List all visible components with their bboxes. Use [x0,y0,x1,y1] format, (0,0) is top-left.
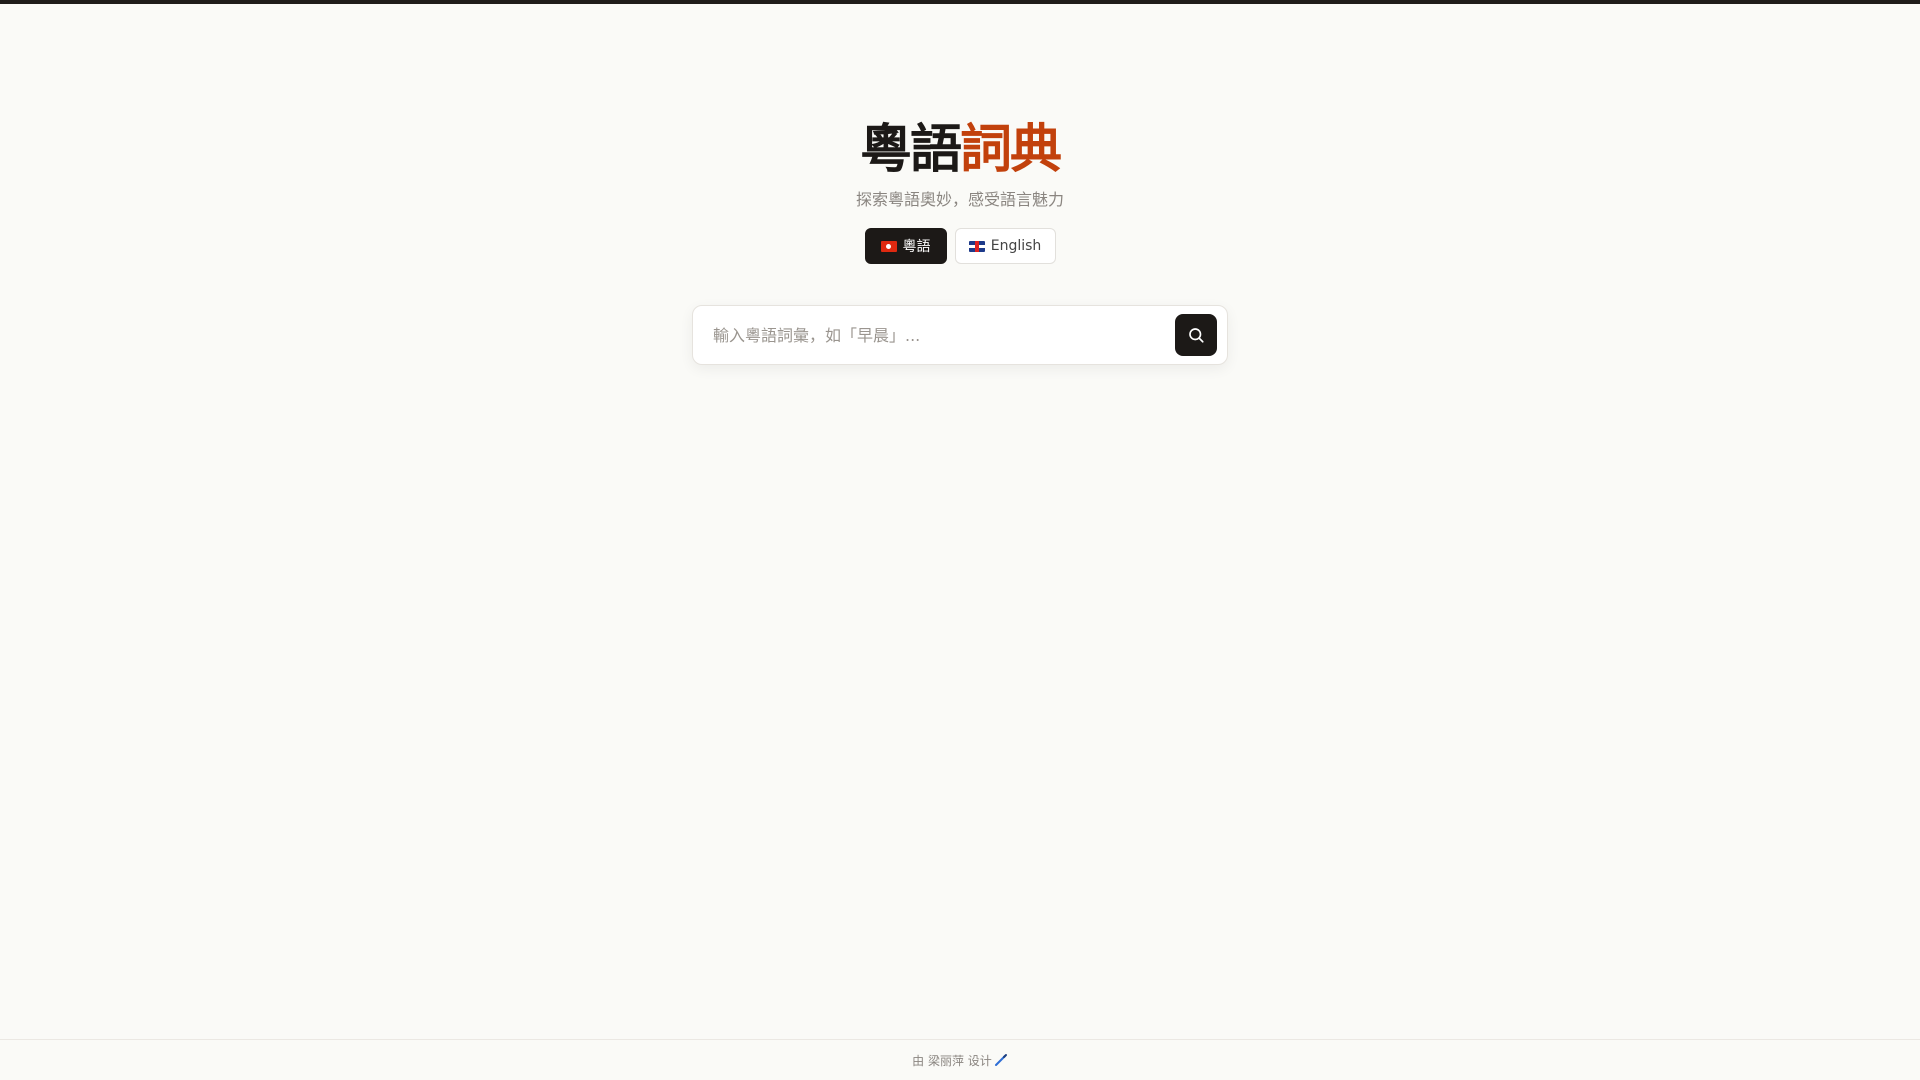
title-part-cantonese: 粵語 [859,120,962,180]
language-label: 粵語 [902,239,931,255]
header: 粵語詞典 探索粵語奧妙，感受語言魅力 [0,118,1920,210]
search-input[interactable] [693,306,1175,364]
search-box [692,305,1228,365]
top-accent-bar [0,0,1920,4]
page-title: 粵語詞典 [0,118,1920,182]
footer: 由 梁丽萍 设计 [0,1039,1920,1080]
hong-kong-flag-icon [880,240,897,252]
pen-icon [994,1054,1007,1066]
footer-credit: 由 梁丽萍 设计 [912,1053,992,1068]
language-switch: 粵語 English [0,228,1920,264]
language-button-cantonese[interactable]: 粵語 [864,228,947,264]
search-icon [1189,328,1204,343]
language-label: English [990,238,1042,254]
uk-flag-icon [968,240,985,252]
search-button[interactable] [1175,314,1217,356]
title-part-dictionary: 詞典 [960,120,1062,180]
page-subtitle: 探索粵語奧妙，感受語言魅力 [855,190,1064,209]
language-button-english[interactable]: English [954,228,1056,264]
